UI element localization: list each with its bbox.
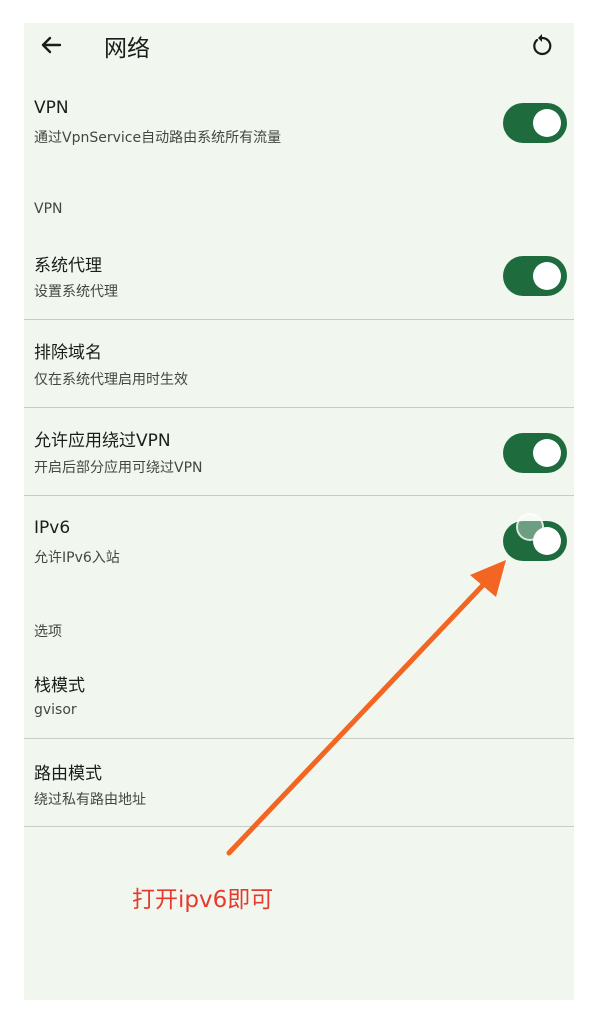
- annotation-arrow: [226, 560, 506, 856]
- annotation-text: 打开ipv6即可: [132, 887, 274, 913]
